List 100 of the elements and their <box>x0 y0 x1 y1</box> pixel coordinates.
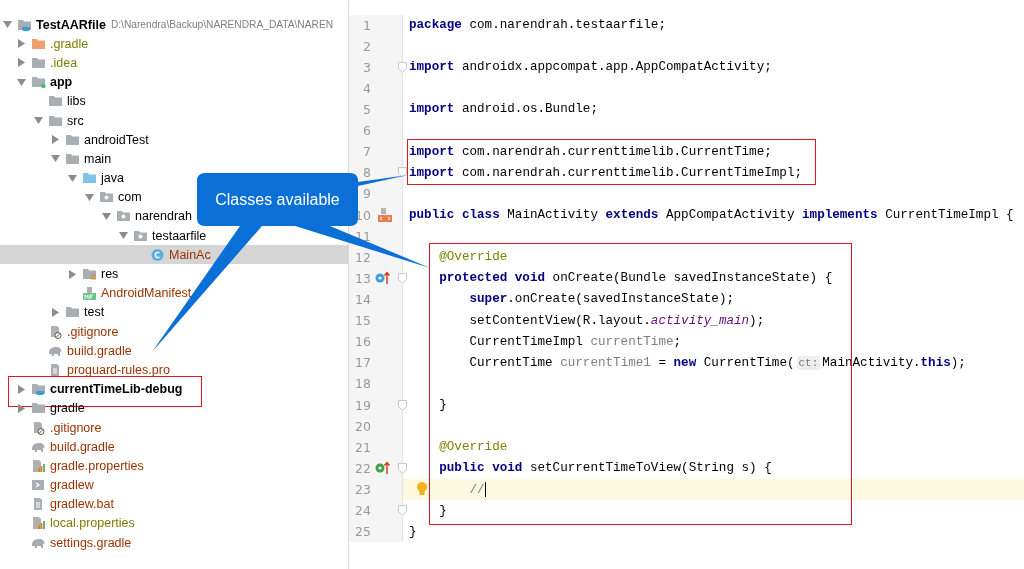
code-line: @Override <box>439 250 508 265</box>
fold-marker-icon[interactable] <box>398 61 407 73</box>
expanded-arrow-icon[interactable] <box>3 20 12 30</box>
code-line: @Override <box>439 440 508 455</box>
line-number: 3 <box>362 59 371 75</box>
line-number: 20 <box>354 418 371 434</box>
fold-marker-icon[interactable] <box>398 505 407 517</box>
folder-icon <box>48 94 63 109</box>
expanded-arrow-icon[interactable] <box>34 116 43 126</box>
expanded-arrow-icon[interactable] <box>17 77 26 87</box>
line-number: 24 <box>354 503 371 519</box>
tree-item[interactable]: main <box>48 149 112 169</box>
tree-item[interactable]: proguard-rules.pro <box>31 360 170 380</box>
tree-item[interactable]: gradlew <box>14 475 94 495</box>
folder-icon <box>82 267 97 282</box>
expanded-arrow-icon[interactable] <box>85 192 94 202</box>
line-number: 7 <box>362 144 371 160</box>
line-number: 19 <box>354 397 371 413</box>
tree-item[interactable]: settings.gradle <box>14 533 132 553</box>
lightbulb-icon[interactable] <box>416 480 428 497</box>
code-line: public void setCurrentTimeToView(String s) { <box>439 461 772 476</box>
fold-marker-icon[interactable] <box>398 272 407 284</box>
code-line: CurrentTimeImpl currentTime; <box>469 334 682 349</box>
tree-item[interactable]: TestAARfile <box>0 15 106 35</box>
line-number: 9 <box>362 186 371 202</box>
code-line: import androidx.appcompat.app.AppCompatActivity; <box>409 60 772 75</box>
line-number: 14 <box>354 291 371 307</box>
expanded-arrow-icon[interactable] <box>119 231 128 241</box>
expanded-arrow-icon[interactable] <box>68 173 77 183</box>
project-path: D:\Narendra\Backup\NARENDRA_DATA\NAREN <box>110 19 334 31</box>
code-line: public class MainActivity extends AppCompatActivity implements CurrentTimeImpl { <box>409 208 1014 223</box>
code-line: } <box>409 524 417 539</box>
line-number: 15 <box>354 313 371 329</box>
tree-item[interactable]: gradlew.bat <box>14 494 114 514</box>
tree-item[interactable]: AndroidManifest <box>65 283 192 303</box>
collapsed-arrow-icon[interactable] <box>17 384 26 394</box>
expanded-arrow-icon[interactable] <box>51 154 60 164</box>
tree-item[interactable]: testaarfile <box>116 226 207 246</box>
override-gutter-icon[interactable] <box>375 271 391 286</box>
collapsed-arrow-icon[interactable] <box>17 403 26 413</box>
line-number: 2 <box>362 38 371 54</box>
tree-item[interactable]: .gitignore <box>31 322 119 342</box>
folder-icon <box>48 113 63 128</box>
collapsed-arrow-icon[interactable] <box>51 307 60 317</box>
expanded-arrow-icon[interactable] <box>102 211 111 221</box>
code-line: import android.os.Bundle; <box>409 102 598 117</box>
line-number: 17 <box>354 355 371 371</box>
fold-marker-icon[interactable] <box>398 399 407 411</box>
implement-gutter-icon[interactable] <box>375 461 391 476</box>
tree-item[interactable]: .gitignore <box>14 417 102 438</box>
code-line: // <box>469 481 487 497</box>
file-icon <box>31 420 46 435</box>
manifest-file-icon <box>82 286 97 301</box>
tree-item[interactable]: currentTimeLib-debug <box>14 379 183 399</box>
fold-marker-icon[interactable] <box>398 462 407 474</box>
line-number: 21 <box>354 439 371 455</box>
tree-item[interactable]: gradle.properties <box>14 456 144 476</box>
line-number: 12 <box>354 249 371 265</box>
code-line: import com.narendrah.currenttimelib.CurrentTime; <box>409 144 772 159</box>
tree-item[interactable]: src <box>31 110 84 131</box>
collapsed-arrow-icon[interactable] <box>51 135 60 145</box>
tree-item[interactable]: java <box>65 168 124 188</box>
tree-item[interactable]: .gradle <box>14 34 89 54</box>
tree-item[interactable]: .idea <box>14 53 78 73</box>
folder-icon <box>31 401 46 416</box>
code-line: package com.narendrah.testaarfile; <box>409 18 666 33</box>
package-folder-icon <box>133 228 148 243</box>
tree-item[interactable]: test <box>48 302 105 322</box>
tree-item[interactable]: narendrah <box>99 206 192 227</box>
file-icon <box>48 324 63 339</box>
collapsed-arrow-icon[interactable] <box>68 269 77 279</box>
tree-item[interactable]: app <box>14 72 73 92</box>
line-number: 4 <box>362 80 371 96</box>
code-line: import com.narendrah.currenttimelib.CurrentTimeImpl; <box>409 165 802 180</box>
text-cursor <box>484 481 487 497</box>
callout-text: Classes available <box>214 189 341 210</box>
tree-item[interactable]: androidTest <box>48 130 149 150</box>
project-folder-icon <box>31 382 46 397</box>
class-gutter-icon[interactable] <box>377 207 393 224</box>
line-number: 13 <box>354 270 371 286</box>
tree-item[interactable]: libs <box>31 91 86 111</box>
terminal-file-icon <box>31 478 46 493</box>
tree-item[interactable]: build.gradle <box>31 341 132 361</box>
project-folder-icon <box>17 17 32 32</box>
properties-file-icon <box>31 458 46 473</box>
line-number: 18 <box>354 376 371 392</box>
folder-icon <box>31 36 46 51</box>
tree-item[interactable]: build.gradle <box>14 437 115 457</box>
tree-item[interactable]: local.properties <box>14 513 135 534</box>
code-line: protected void onCreate(Bundle savedInstanceState) { <box>439 271 833 286</box>
line-number: 16 <box>354 334 371 350</box>
tree-item[interactable]: com <box>82 187 142 207</box>
tree-item[interactable]: res <box>65 264 119 284</box>
folder-icon <box>82 171 97 186</box>
line-number: 8 <box>362 165 371 181</box>
code-line: setContentView(R.layout.activity_main); <box>469 313 765 328</box>
collapsed-arrow-icon[interactable] <box>17 39 26 49</box>
package-folder-icon <box>99 190 114 205</box>
collapsed-arrow-icon[interactable] <box>17 58 26 68</box>
fold-marker-icon[interactable] <box>398 167 407 179</box>
